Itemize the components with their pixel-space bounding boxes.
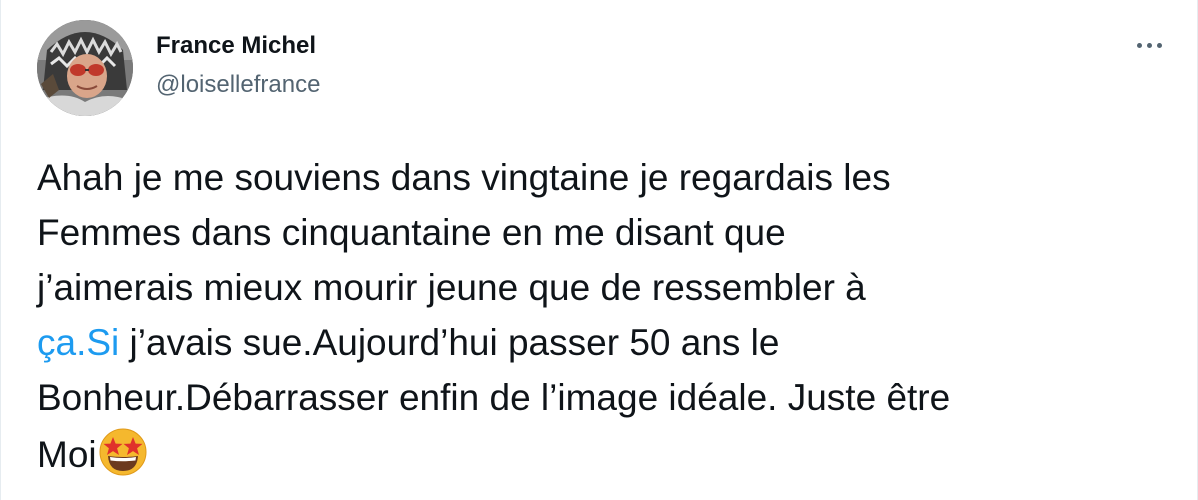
avatar-photo bbox=[37, 20, 133, 116]
author-name[interactable]: France Michel bbox=[156, 31, 316, 61]
tweet-text-line: Femmes dans cinquantaine en me disant qu… bbox=[37, 212, 786, 253]
tweet-text-line: j’aimerais mieux mourir jeune que de res… bbox=[37, 267, 866, 308]
tweet-text-line: j’avais sue.Aujourd’hui passer 50 ans le bbox=[119, 322, 780, 363]
more-horizontal-icon bbox=[1136, 42, 1142, 48]
avatar[interactable] bbox=[37, 20, 133, 116]
more-options-button[interactable] bbox=[1129, 30, 1169, 60]
more-horizontal-icon-dot-3 bbox=[1156, 42, 1162, 48]
more-horizontal-icon-dot-2 bbox=[1146, 42, 1152, 48]
tweet-text-line: Ahah je me souviens dans vingtaine je re… bbox=[37, 157, 891, 198]
tweet-link[interactable]: ça.Si bbox=[37, 322, 119, 363]
tweet-text-line: Moi bbox=[37, 434, 97, 475]
tweet-card: France Michel @loisellefrance Ahah je me… bbox=[0, 0, 1198, 500]
author-handle[interactable]: @loisellefrance bbox=[156, 70, 320, 100]
star-struck-emoji-icon bbox=[99, 428, 147, 476]
tweet-text: Ahah je me souviens dans vingtaine je re… bbox=[37, 150, 1177, 482]
tweet-text-line: Bonheur.Débarrasser enfin de l’image idé… bbox=[37, 377, 951, 418]
